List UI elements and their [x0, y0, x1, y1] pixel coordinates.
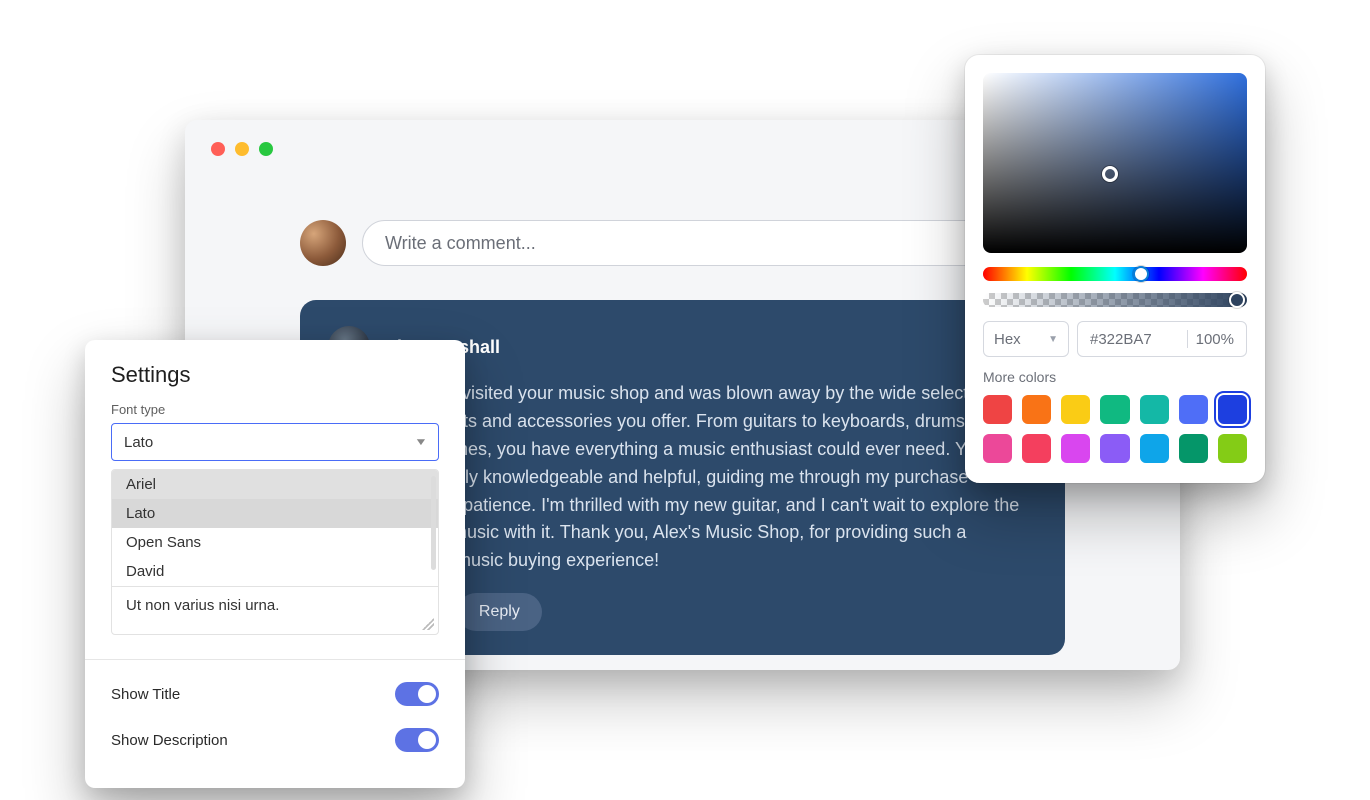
font-type-label: Font type — [85, 402, 465, 423]
input-separator — [1187, 330, 1188, 348]
hue-slider[interactable] — [983, 267, 1247, 281]
color-swatch-6[interactable] — [1218, 395, 1247, 424]
color-gradient-area[interactable] — [983, 73, 1247, 253]
color-swatch-5[interactable] — [1179, 395, 1208, 424]
font-option-ariel[interactable]: Ariel — [112, 470, 438, 499]
minimize-window-icon[interactable] — [235, 142, 249, 156]
font-select-value: Lato — [124, 434, 153, 451]
settings-divider — [85, 659, 465, 660]
alpha-handle[interactable] — [1229, 292, 1245, 308]
color-swatch-9[interactable] — [1061, 434, 1090, 463]
show-description-label: Show Description — [111, 732, 228, 749]
current-user-avatar — [300, 220, 346, 266]
reply-button[interactable]: Reply — [457, 593, 542, 631]
color-swatch-11[interactable] — [1140, 434, 1169, 463]
color-input-row: Hex ▼ #322BA7 100% — [983, 321, 1247, 357]
font-option-open-sans[interactable]: Open Sans — [112, 528, 438, 557]
settings-panel: Settings Font type Lato ▼ Ariel Lato Ope… — [85, 340, 465, 788]
color-swatch-8[interactable] — [1022, 434, 1051, 463]
color-picker-panel: Hex ▼ #322BA7 100% More colors — [965, 55, 1265, 483]
scrollbar[interactable] — [431, 476, 436, 570]
window-traffic-lights — [211, 142, 273, 156]
color-swatch-12[interactable] — [1179, 434, 1208, 463]
color-format-select[interactable]: Hex ▼ — [983, 321, 1069, 357]
hex-value-text: #322BA7 — [1090, 331, 1179, 348]
settings-title: Settings — [85, 362, 465, 402]
color-swatch-13[interactable] — [1218, 434, 1247, 463]
textarea-preview[interactable]: Ut non varius nisi urna. — [112, 586, 438, 634]
resize-handle-icon[interactable] — [422, 618, 434, 630]
comment-input[interactable] — [362, 220, 1065, 266]
hue-handle[interactable] — [1133, 266, 1149, 282]
show-description-toggle[interactable] — [395, 728, 439, 752]
font-option-lato[interactable]: Lato — [112, 499, 438, 528]
more-colors-label: More colors — [983, 369, 1247, 385]
font-select[interactable]: Lato ▼ — [111, 423, 439, 461]
chevron-down-icon: ▼ — [414, 437, 428, 448]
show-title-label: Show Title — [111, 686, 180, 703]
font-option-david[interactable]: David — [112, 557, 438, 586]
alpha-percent-text: 100% — [1196, 331, 1234, 348]
alpha-slider[interactable] — [983, 293, 1247, 307]
maximize-window-icon[interactable] — [259, 142, 273, 156]
color-swatch-10[interactable] — [1100, 434, 1129, 463]
gradient-handle[interactable] — [1102, 166, 1118, 182]
font-dropdown: Ariel Lato Open Sans David Ut non varius… — [111, 469, 439, 635]
textarea-preview-text: Ut non varius nisi urna. — [126, 597, 279, 614]
comment-composer-row — [300, 220, 1065, 266]
color-format-value: Hex — [994, 331, 1021, 348]
comment-actions: es Reply — [384, 593, 1037, 631]
swatch-grid — [983, 395, 1247, 463]
show-title-row: Show Title — [85, 668, 465, 714]
color-swatch-3[interactable] — [1100, 395, 1129, 424]
show-description-row: Show Description — [85, 714, 465, 760]
hex-input[interactable]: #322BA7 100% — [1077, 321, 1247, 357]
color-swatch-2[interactable] — [1061, 395, 1090, 424]
color-swatch-1[interactable] — [1022, 395, 1051, 424]
color-swatch-0[interactable] — [983, 395, 1012, 424]
chevron-down-icon: ▼ — [1048, 334, 1058, 345]
show-title-toggle[interactable] — [395, 682, 439, 706]
color-swatch-7[interactable] — [983, 434, 1012, 463]
comment-body: I recently visited your music shop and w… — [384, 380, 1037, 575]
close-window-icon[interactable] — [211, 142, 225, 156]
color-swatch-4[interactable] — [1140, 395, 1169, 424]
